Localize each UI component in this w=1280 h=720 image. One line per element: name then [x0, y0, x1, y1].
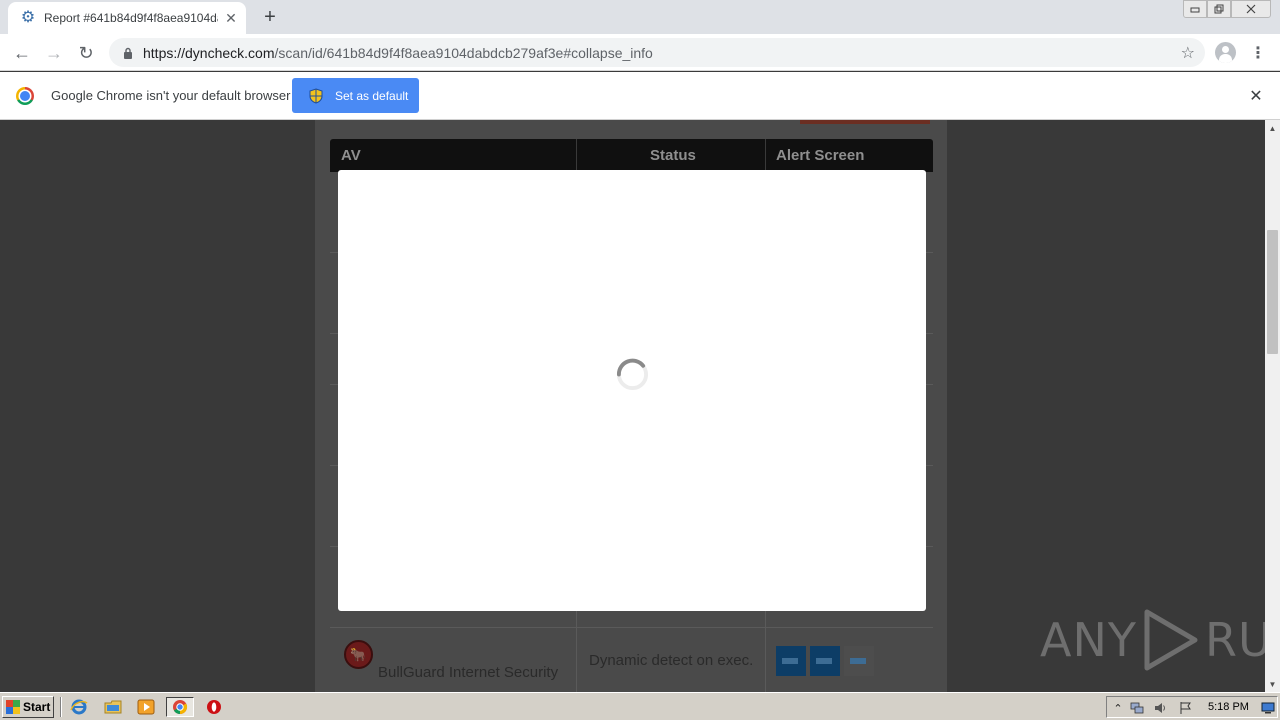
network-icon[interactable]: [1129, 700, 1145, 716]
scrollbar-thumb[interactable]: [1267, 230, 1278, 354]
forward-button[interactable]: →: [41, 40, 67, 66]
play-triangle-icon: [1144, 609, 1198, 671]
minimize-icon: [1190, 7, 1200, 13]
set-as-default-button[interactable]: Set as default: [292, 78, 419, 113]
tab-title: Report #641b84d9f4f8aea9104dabdcb279af3e: [44, 11, 218, 25]
windows-taskbar: Start ⌃ 5:18 PM: [0, 692, 1280, 720]
column-header-status: Status: [650, 147, 696, 164]
set-as-default-label: Set as default: [335, 88, 409, 103]
scroll-down-arrow-icon[interactable]: ▼: [1265, 676, 1280, 692]
column-divider: [765, 139, 766, 172]
media-player-icon[interactable]: [135, 697, 157, 717]
folder-icon[interactable]: [102, 697, 124, 717]
start-button[interactable]: Start: [2, 696, 54, 718]
url-text: https://dyncheck.com/scan/id/641b84d9f4f…: [143, 45, 653, 61]
default-browser-infobar: Google Chrome isn't your default browser…: [0, 72, 1280, 120]
chrome-menu-button[interactable]: ⋮: [1248, 42, 1268, 64]
tab-strip: ⚙ Report #641b84d9f4f8aea9104dabdcb279af…: [0, 0, 1280, 34]
window-minimize-button[interactable]: [1183, 0, 1207, 18]
close-icon: [1246, 4, 1256, 14]
restore-icon: [1214, 4, 1224, 14]
chrome-icon[interactable]: [166, 697, 194, 717]
start-label: Start: [23, 700, 51, 714]
alert-screenshot-thumbnail[interactable]: [810, 646, 840, 676]
taskbar-separator: [60, 697, 62, 717]
chrome-logo-icon: [16, 87, 34, 105]
opera-icon[interactable]: [203, 697, 225, 717]
page-scrollbar[interactable]: ▲ ▼: [1265, 120, 1280, 692]
tab-close-icon[interactable]: ✕: [222, 9, 240, 27]
av-name: BullGuard Internet Security: [378, 664, 559, 681]
address-bar[interactable]: https://dyncheck.com/scan/id/641b84d9f4f…: [109, 38, 1205, 67]
profile-avatar-icon[interactable]: [1215, 42, 1236, 63]
av-table-header: AV Status Alert Screen: [330, 139, 933, 172]
url-domain: https://dyncheck.com: [143, 44, 275, 61]
browser-toolbar: ← → ↻ https://dyncheck.com/scan/id/641b8…: [0, 34, 1280, 71]
infobar-close-icon[interactable]: ✕: [1246, 86, 1266, 106]
internet-explorer-icon[interactable]: [68, 697, 90, 717]
column-header-av: AV: [341, 147, 361, 164]
scroll-up-arrow-icon[interactable]: ▲: [1265, 120, 1280, 136]
watermark-text-any: ANY: [1040, 613, 1137, 667]
volume-icon[interactable]: [1152, 700, 1168, 716]
infobar-message: Google Chrome isn't your default browser: [51, 88, 291, 103]
loading-modal: [338, 170, 926, 611]
taskbar-clock[interactable]: 5:18 PM: [1208, 701, 1249, 713]
show-hidden-icons-icon[interactable]: ⌃: [1110, 700, 1126, 716]
column-divider: [576, 139, 577, 172]
gear-icon: ⚙: [20, 9, 36, 26]
column-header-alert-screen: Alert Screen: [776, 147, 865, 164]
alert-screenshot-thumbnail[interactable]: [776, 646, 806, 676]
show-desktop-icon[interactable]: [1260, 700, 1276, 716]
system-tray: ⌃ 5:18 PM: [1106, 696, 1278, 718]
browser-tab[interactable]: ⚙ Report #641b84d9f4f8aea9104dabdcb279af…: [8, 2, 246, 34]
reload-button[interactable]: ↻: [73, 40, 99, 66]
back-button[interactable]: ←: [9, 40, 35, 66]
windows-logo-icon: [6, 700, 20, 714]
av-status: Dynamic detect on exec.: [589, 652, 754, 669]
bookmark-star-icon[interactable]: ☆: [1181, 43, 1195, 63]
url-path: /scan/id/641b84d9f4f8aea9104dabdcb279af3…: [274, 44, 653, 61]
table-row[interactable]: 🐂 BullGuard Internet Security Dynamic de…: [330, 628, 933, 692]
bullguard-logo-icon: 🐂: [344, 640, 373, 669]
header-accent-bar: [800, 120, 930, 124]
lock-icon: [121, 46, 135, 60]
loading-spinner-icon: [616, 358, 649, 391]
anyrun-watermark: ANY RUN: [1040, 608, 1280, 672]
alert-screenshot-thumbnail[interactable]: [844, 646, 874, 676]
window-restore-button[interactable]: [1207, 0, 1231, 18]
uac-shield-icon: [309, 87, 323, 104]
new-tab-button[interactable]: +: [258, 6, 282, 28]
action-center-flag-icon[interactable]: [1177, 700, 1193, 716]
window-close-button[interactable]: [1231, 0, 1271, 18]
